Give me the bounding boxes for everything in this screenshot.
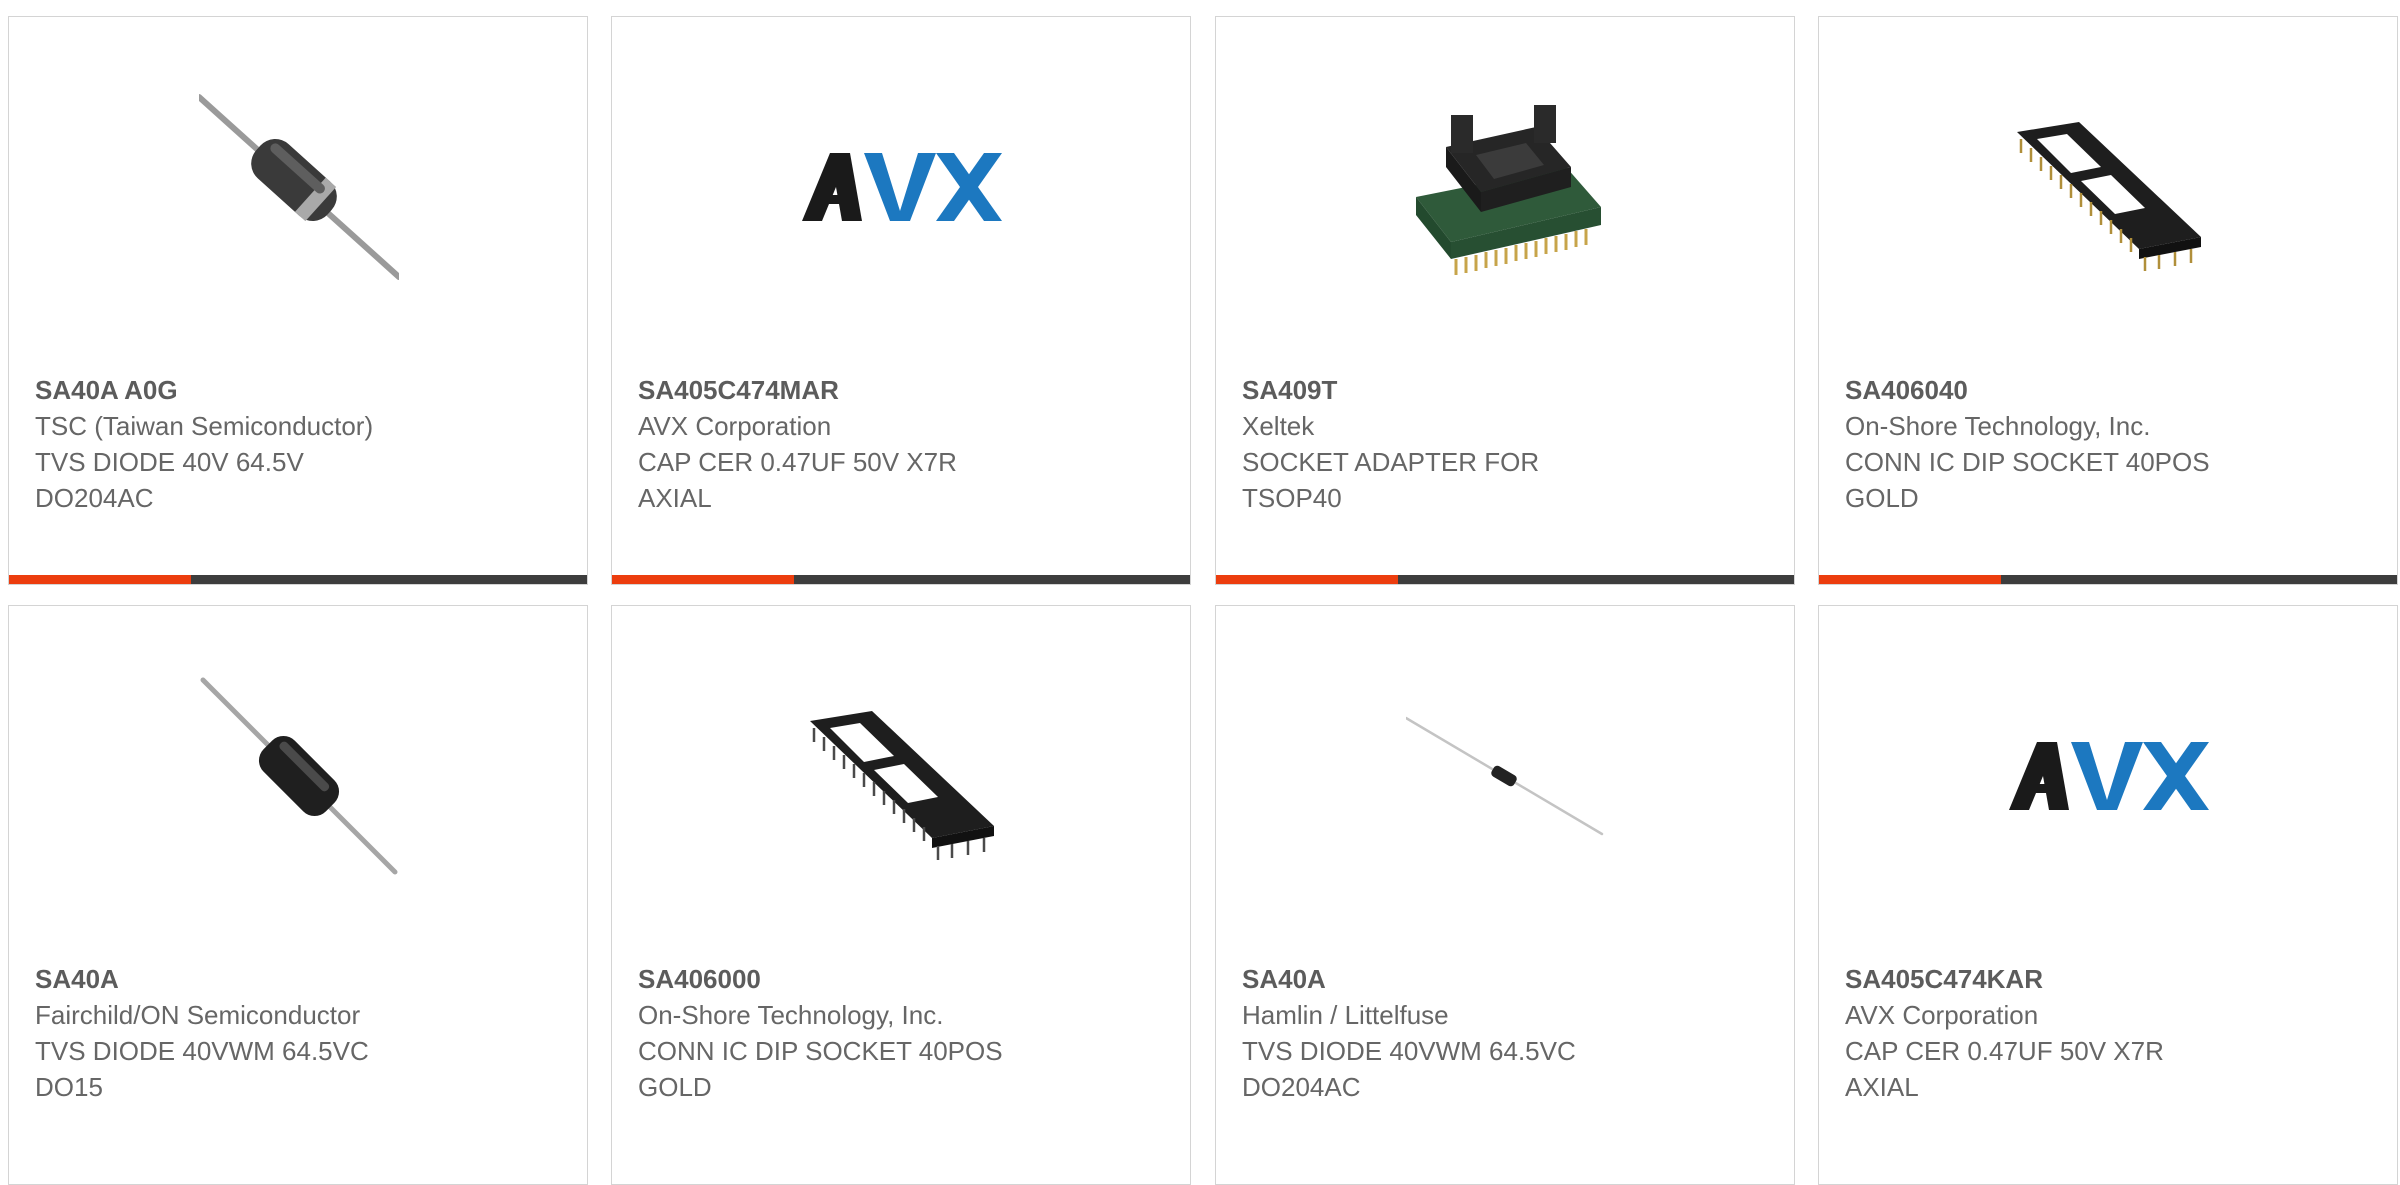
description-line: GOLD [638,1072,712,1102]
manufacturer-name: Xeltek [1242,411,1315,441]
part-number-link[interactable]: SA40A [1242,961,1742,997]
avx-logo [802,153,1002,221]
part-number-link[interactable]: SA409T [1242,372,1742,408]
product-grid: SA40A A0G TSC (Taiwan Semiconductor) TVS… [0,0,2400,1185]
card-accent-bar [9,575,191,584]
part-number-link[interactable]: SA406000 [638,961,1138,997]
card-accent-bar [1216,575,1398,584]
product-image[interactable] [199,87,399,287]
description-line: DO204AC [35,483,154,513]
manufacturer-name: Hamlin / Littelfuse [1242,1000,1449,1030]
product-card[interactable]: SA40A A0G TSC (Taiwan Semiconductor) TVS… [8,16,588,585]
product-image[interactable] [802,87,1002,287]
manufacturer-name: AVX Corporation [638,411,832,441]
description-line: DO204AC [1242,1072,1361,1102]
card-accent-bar [612,575,794,584]
product-card[interactable]: SA405C474KAR AVX Corporation CAP CER 0.4… [1818,605,2398,1185]
description-line: GOLD [1845,483,1919,513]
product-image[interactable] [2009,87,2209,287]
manufacturer-name: Fairchild/ON Semiconductor [35,1000,361,1030]
card-accent-bar [1819,575,2001,584]
part-number-link[interactable]: SA40A [35,961,535,997]
product-card[interactable]: SA40A Fairchild/ON Semiconductor TVS DIO… [8,605,588,1185]
description-line: AXIAL [1845,1072,1919,1102]
product-card[interactable]: SA409T Xeltek SOCKET ADAPTER FOR TSOP40 [1215,16,1795,585]
axial-diode-image [200,677,398,875]
small-diode-image [1406,716,1604,836]
manufacturer-name: TSC (Taiwan Semiconductor) [35,411,374,441]
dip-socket-image [2017,122,2201,271]
description-line: CAP CER 0.47UF 50V X7R [638,447,957,477]
product-card[interactable]: SA40A Hamlin / Littelfuse TVS DIODE 40VW… [1215,605,1795,1185]
product-image[interactable] [2009,676,2209,876]
card-bottom-bar [612,575,1190,584]
part-number-link[interactable]: SA40A A0G [35,372,535,408]
axial-diode-image [199,94,399,280]
description-line: TVS DIODE 40V 64.5V [35,447,304,477]
dip-socket-image [810,711,994,860]
part-number-link[interactable]: SA406040 [1845,372,2345,408]
description-line: TVS DIODE 40VWM 64.5VC [1242,1036,1576,1066]
description-line: TSOP40 [1242,483,1342,513]
description-line: DO15 [35,1072,103,1102]
description-line: SOCKET ADAPTER FOR [1242,447,1540,477]
part-number-link[interactable]: SA405C474MAR [638,372,1138,408]
product-image[interactable] [1406,87,1606,287]
card-bottom-bar [9,575,587,584]
description-line: CONN IC DIP SOCKET 40POS [638,1036,1003,1066]
socket-adapter-image [1416,105,1601,275]
description-line: AXIAL [638,483,712,513]
product-card[interactable]: SA406000 On-Shore Technology, Inc. CONN … [611,605,1191,1185]
manufacturer-name: On-Shore Technology, Inc. [638,1000,944,1030]
product-card[interactable]: SA405C474MAR AVX Corporation CAP CER 0.4… [611,16,1191,585]
avx-logo [2009,742,2209,810]
product-image[interactable] [199,676,399,876]
card-bottom-bar [1216,575,1794,584]
card-bottom-bar [1819,575,2397,584]
product-image[interactable] [802,676,1002,876]
description-line: CAP CER 0.47UF 50V X7R [1845,1036,2164,1066]
description-line: TVS DIODE 40VWM 64.5VC [35,1036,369,1066]
product-card[interactable]: SA406040 On-Shore Technology, Inc. CONN … [1818,16,2398,585]
product-image[interactable] [1406,676,1606,876]
part-number-link[interactable]: SA405C474KAR [1845,961,2345,997]
manufacturer-name: On-Shore Technology, Inc. [1845,411,2151,441]
description-line: CONN IC DIP SOCKET 40POS [1845,447,2210,477]
manufacturer-name: AVX Corporation [1845,1000,2039,1030]
